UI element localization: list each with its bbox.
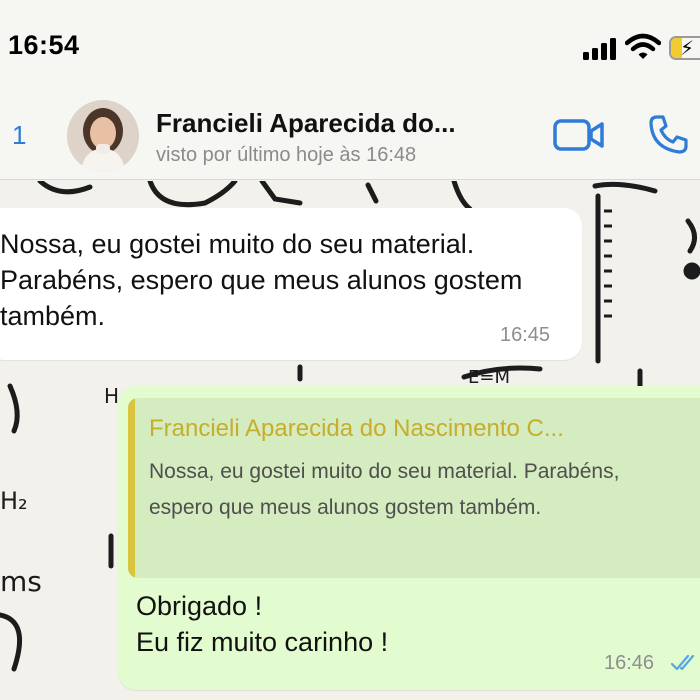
voice-call-icon[interactable] <box>648 114 688 154</box>
status-time: 16:54 <box>8 30 80 60</box>
contact-name[interactable]: Francieli Aparecida do... <box>156 108 456 139</box>
outgoing-message-text: Obrigado ! Eu fiz muito carinho ! <box>136 588 596 660</box>
quote-bar <box>128 398 135 578</box>
back-button[interactable]: 1 <box>12 120 26 151</box>
wifi-icon <box>625 33 661 59</box>
outgoing-message-line-2: Eu fiz muito carinho ! <box>136 627 389 657</box>
wallpaper-doodle-h: H <box>104 384 119 408</box>
chat-area[interactable]: H H₂ ms E=M Nossa, eu gostei muito do se… <box>0 181 700 700</box>
outgoing-message-time: 16:46 <box>604 652 655 674</box>
wallpaper-doodle-h2: H₂ <box>0 487 28 515</box>
status-bar: 16:54 ⚡ <box>0 0 700 96</box>
wallpaper-doodle-emc: E=M <box>468 367 510 388</box>
cellular-signal-icon <box>583 38 619 60</box>
outgoing-message-bubble[interactable]: Francieli Aparecida do Nascimento C... N… <box>118 386 700 690</box>
video-call-icon[interactable] <box>553 118 605 152</box>
incoming-message-text: Nossa, eu gostei muito do seu material. … <box>0 229 523 331</box>
double-check-read-icon <box>671 654 695 671</box>
battery-icon: ⚡ <box>669 36 700 60</box>
wallpaper-doodle-ms: ms <box>0 565 42 598</box>
avatar[interactable] <box>67 100 139 172</box>
quoted-message-author: Francieli Aparecida do Nascimento C... <box>149 415 564 442</box>
last-seen-status: visto por último hoje às 16:48 <box>156 144 417 166</box>
incoming-message-bubble[interactable]: Nossa, eu gostei muito do seu material. … <box>0 208 582 360</box>
charging-bolt-icon: ⚡ <box>680 38 695 60</box>
quoted-message[interactable]: Francieli Aparecida do Nascimento C... N… <box>128 398 700 578</box>
outgoing-message-line-1: Obrigado ! <box>136 591 263 621</box>
quoted-message-text: Nossa, eu gostei muito do seu material. … <box>149 460 620 519</box>
chat-header: 1 Francieli Aparecida do... visto por úl… <box>0 96 700 180</box>
incoming-message-time: 16:45 <box>500 324 551 346</box>
